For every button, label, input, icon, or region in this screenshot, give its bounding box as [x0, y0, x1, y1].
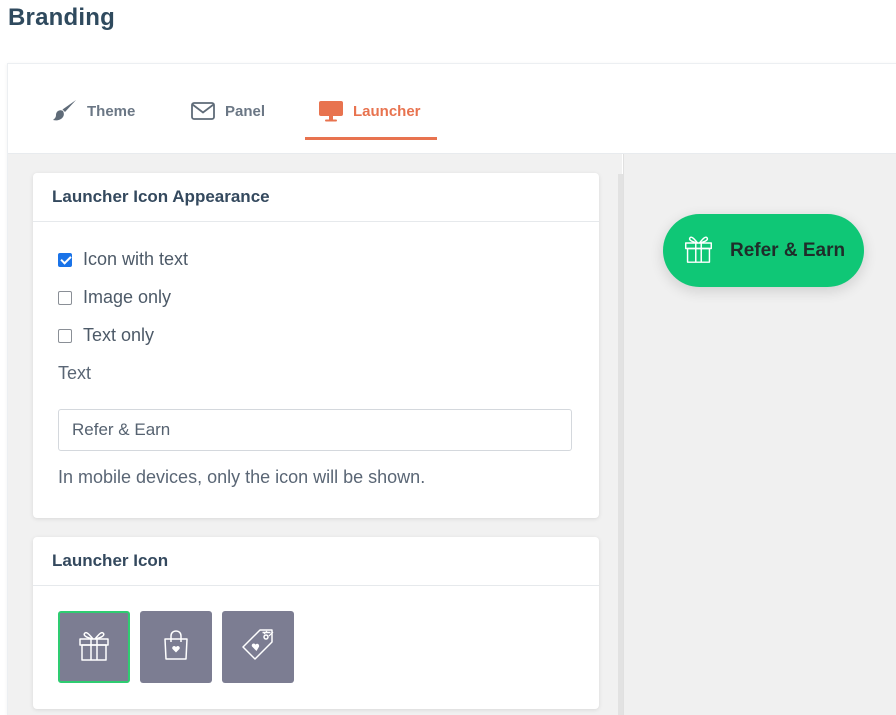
tab-launcher-label: Launcher: [353, 102, 421, 120]
page-title: Branding: [8, 4, 115, 31]
option-text-only[interactable]: Text only: [58, 325, 154, 346]
option-text-only-label: Text only: [83, 325, 155, 345]
tab-theme[interactable]: Theme: [52, 82, 135, 140]
launcher-preview-pane: Refer & Earn: [623, 154, 896, 715]
text-field-label: Text: [58, 363, 92, 383]
option-icon-with-text-label: Icon with text: [83, 249, 189, 269]
checkbox-image-only[interactable]: [58, 290, 72, 305]
envelope-icon: [190, 99, 216, 123]
active-tab-indicator: [305, 137, 437, 140]
option-icon-with-text[interactable]: Icon with text: [58, 249, 188, 270]
icon-option-price-tag[interactable]: [222, 611, 294, 683]
settings-pane: Launcher Icon Appearance Icon with text …: [8, 154, 622, 715]
shopping-bag-icon: [159, 628, 193, 667]
launcher-preview-button[interactable]: Refer & Earn: [663, 214, 864, 287]
tab-bar: Theme Panel Launcher: [8, 64, 896, 154]
option-image-only-label: Image only: [83, 287, 172, 307]
appearance-panel-title: Launcher Icon Appearance: [33, 173, 599, 222]
tab-panel[interactable]: Panel: [190, 82, 265, 140]
tab-theme-label: Theme: [87, 102, 136, 120]
checkbox-icon-with-text[interactable]: [58, 252, 72, 267]
appearance-panel: Launcher Icon Appearance Icon with text …: [33, 173, 599, 518]
gift-icon: [683, 233, 714, 269]
checkbox-text-only[interactable]: [58, 328, 72, 343]
icon-option-shopping-bag[interactable]: [140, 611, 212, 683]
launcher-text-input[interactable]: [58, 409, 572, 451]
mobile-help-text: In mobile devices, only the icon will be…: [58, 467, 426, 487]
paintbrush-icon: [52, 99, 78, 123]
gift-icon: [77, 628, 111, 667]
launcher-preview-label: Refer & Earn: [730, 239, 846, 261]
monitor-icon: [318, 99, 344, 123]
tab-launcher[interactable]: Launcher: [318, 82, 421, 140]
icon-option-gift[interactable]: [58, 611, 130, 683]
branding-card: Theme Panel Launcher Launcher Icon Appea…: [7, 63, 896, 715]
price-tag-icon: [240, 627, 276, 668]
launcher-icon-panel-title: Launcher Icon: [33, 537, 599, 586]
option-image-only[interactable]: Image only: [58, 287, 171, 308]
launcher-icon-panel: Launcher Icon: [33, 537, 599, 709]
tab-panel-label: Panel: [225, 102, 266, 120]
